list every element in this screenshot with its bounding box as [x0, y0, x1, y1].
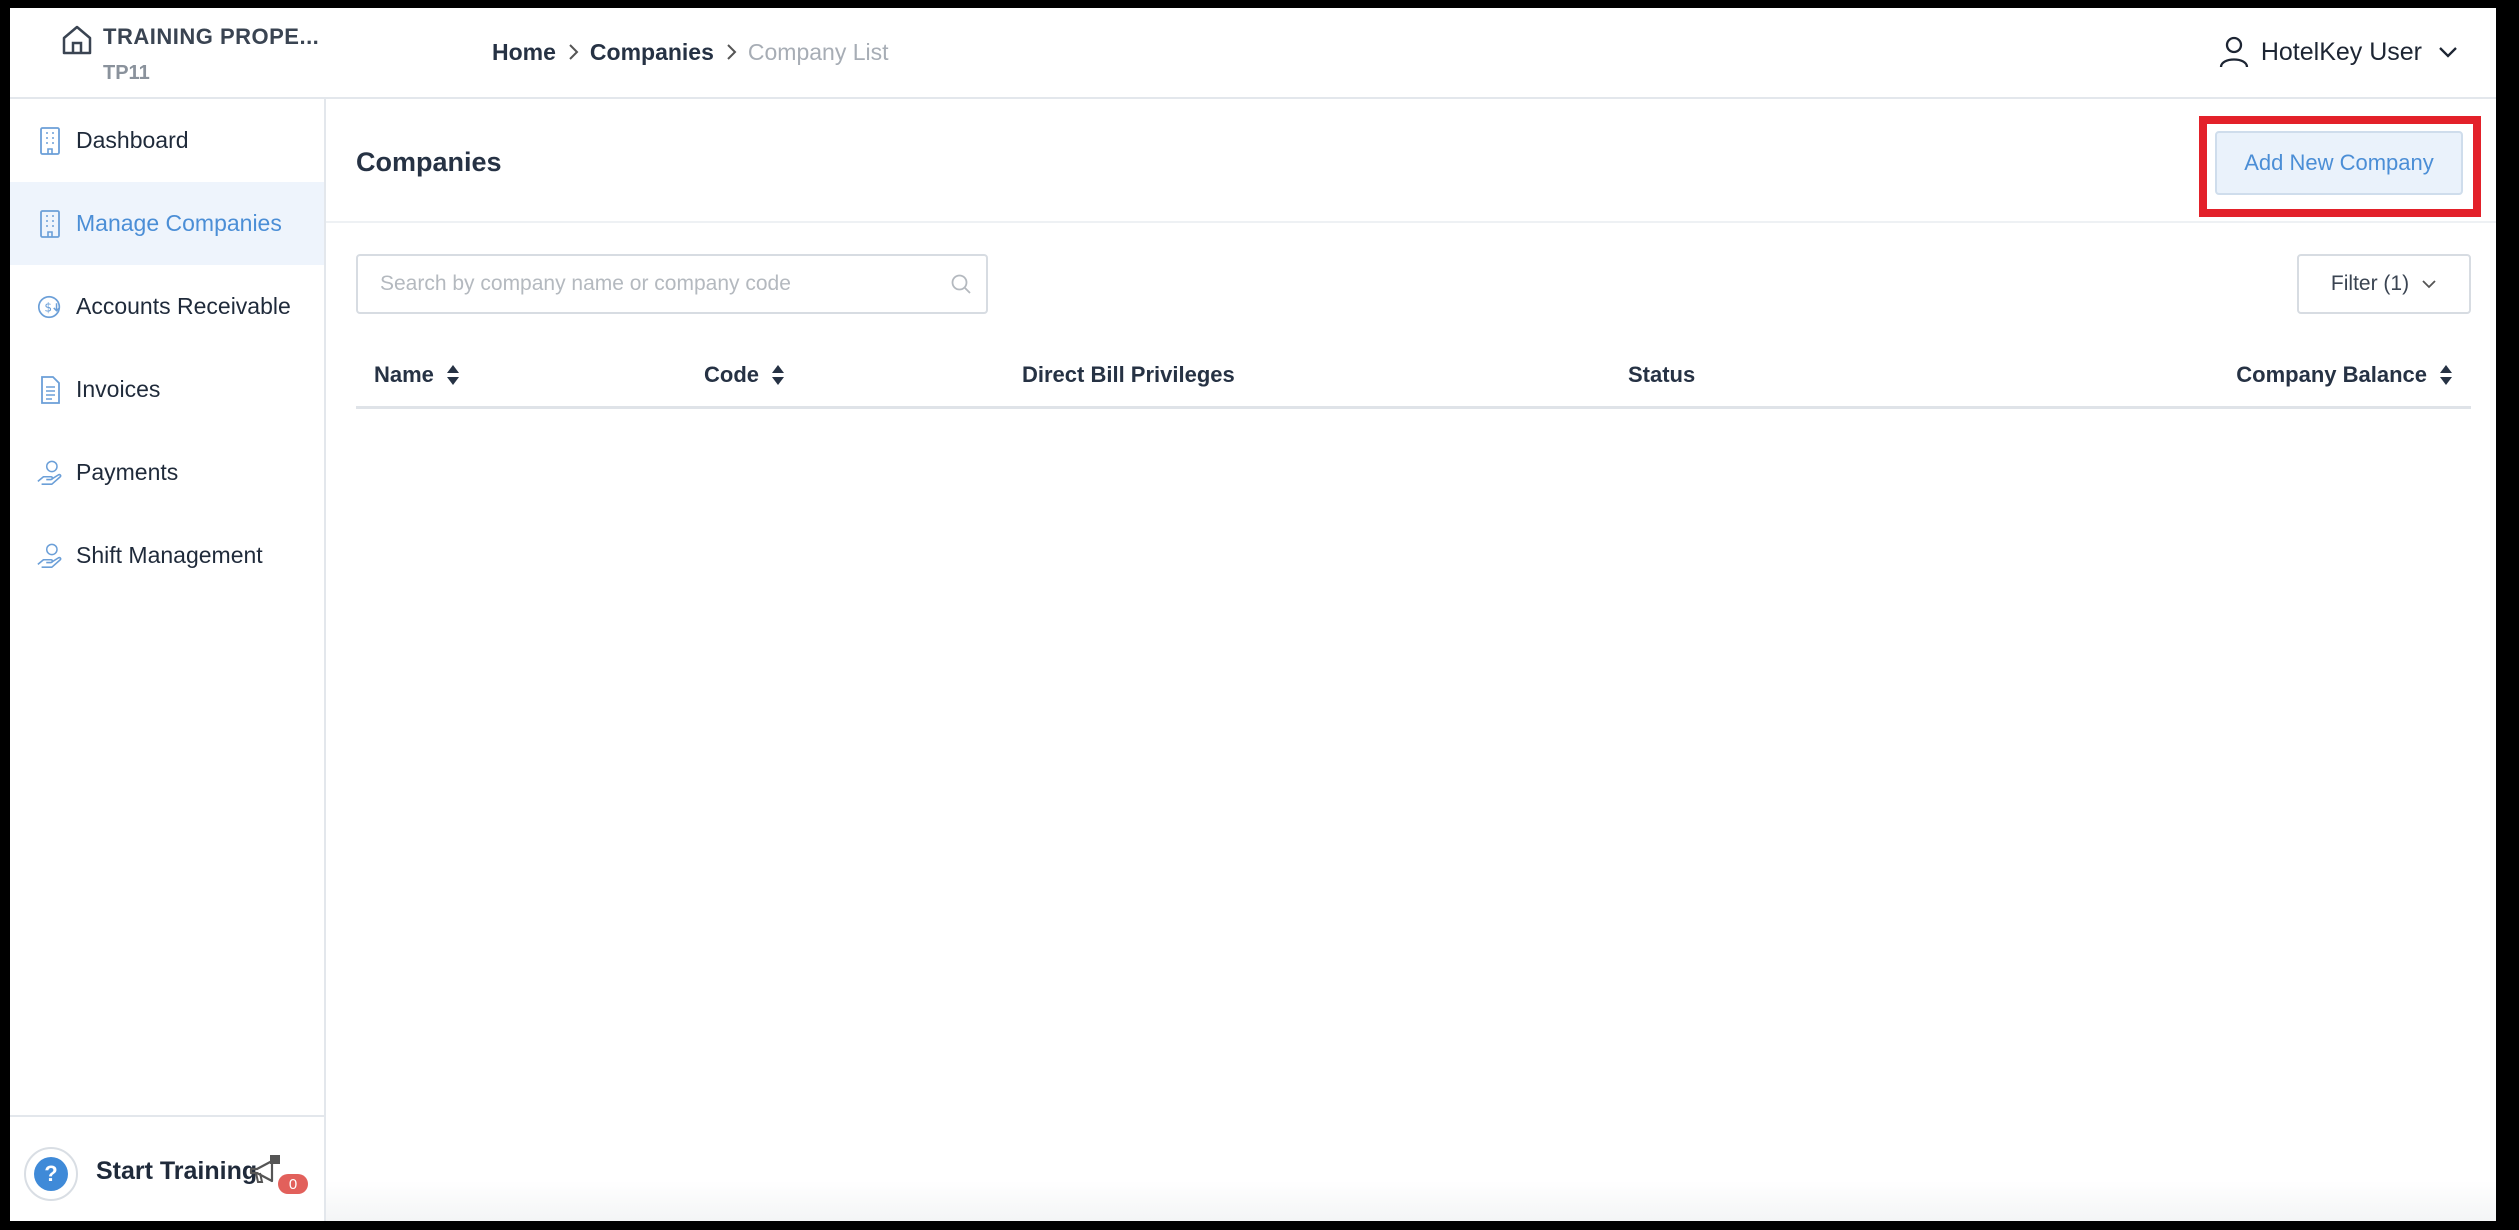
- hand-coin-icon: [36, 540, 64, 572]
- breadcrumb-company-list: Company List: [747, 38, 889, 65]
- sidebar-footer: ? Start Training 0: [10, 1115, 324, 1221]
- sidebar-item-label: Manage Companies: [76, 210, 282, 236]
- search-box: [356, 254, 988, 314]
- user-name: HotelKey User: [2260, 37, 2422, 66]
- notification-badge: 0: [278, 1174, 308, 1194]
- sidebar-item-manage-companies[interactable]: Manage Companies: [10, 182, 324, 265]
- sort-icon[interactable]: [2439, 363, 2453, 387]
- sidebar-item-label: Shift Management: [76, 542, 263, 568]
- sidebar-item-dashboard[interactable]: Dashboard: [10, 99, 324, 182]
- page-title: Companies: [356, 147, 502, 177]
- column-label: Status: [1628, 362, 1696, 387]
- column-label: Name: [374, 362, 434, 387]
- user-menu[interactable]: HotelKey User: [2219, 30, 2458, 74]
- sort-icon[interactable]: [446, 363, 460, 387]
- question-icon: ?: [34, 1157, 68, 1191]
- chevron-right-icon: [556, 42, 590, 62]
- document-icon: [36, 374, 64, 406]
- help-button[interactable]: ?: [24, 1147, 78, 1201]
- svg-text:$: $: [44, 300, 52, 314]
- search-icon: [951, 274, 971, 294]
- sidebar-item-label: Payments: [76, 459, 179, 485]
- dollar-circle-icon: $: [36, 291, 64, 323]
- property-name[interactable]: TRAINING PROPE...: [103, 24, 319, 50]
- search-input[interactable]: [358, 256, 986, 312]
- sidebar-item-label: Dashboard: [76, 127, 189, 153]
- start-training-button[interactable]: Start Training: [96, 1157, 257, 1186]
- column-header-company-balance[interactable]: Company Balance: [2236, 361, 2453, 389]
- filter-label: Filter (1): [2330, 272, 2410, 295]
- app-window: TRAINING PROPE... TP11 Home Companies Co…: [10, 8, 2496, 1221]
- sidebar-item-invoices[interactable]: Invoices: [10, 348, 324, 431]
- building-icon: [36, 125, 64, 157]
- column-label: Company Balance: [2236, 362, 2427, 387]
- filter-button[interactable]: Filter (1): [2297, 254, 2471, 314]
- add-new-company-button[interactable]: Add New Company: [2215, 131, 2463, 195]
- main-content: Companies Add New Company Filter (1) Nam…: [326, 99, 2496, 1221]
- sidebar-item-label: Invoices: [76, 376, 161, 402]
- property-code: TP11: [103, 62, 150, 84]
- page-header: Companies Add New Company: [326, 99, 2496, 223]
- building-icon: [36, 208, 64, 240]
- sidebar-item-payments[interactable]: Payments: [10, 431, 324, 514]
- column-header-direct-bill-privileges: Direct Bill Privileges: [1022, 361, 1235, 389]
- sort-icon[interactable]: [771, 363, 785, 387]
- chevron-right-icon: [714, 42, 748, 62]
- breadcrumb: Home Companies Company List: [492, 34, 889, 70]
- column-label: Direct Bill Privileges: [1022, 362, 1235, 387]
- home-icon[interactable]: [60, 23, 94, 57]
- top-header: TRAINING PROPE... TP11 Home Companies Co…: [10, 8, 2496, 99]
- chevron-down-icon: [2422, 280, 2436, 289]
- sidebar: Dashboard Manage Companies $ Accounts Re…: [10, 99, 326, 1221]
- column-label: Code: [704, 362, 759, 387]
- sidebar-item-shift-management[interactable]: Shift Management: [10, 514, 324, 597]
- breadcrumb-companies[interactable]: Companies: [590, 39, 714, 66]
- hand-coin-icon: [36, 457, 64, 489]
- column-header-code[interactable]: Code: [704, 361, 785, 389]
- sidebar-item-label: Accounts Receivable: [76, 293, 291, 319]
- bottom-shadow: [326, 1181, 2496, 1221]
- table-header: Name Code Direct Bill Privileges Status …: [356, 349, 2471, 409]
- sidebar-item-accounts-receivable[interactable]: $ Accounts Receivable: [10, 265, 324, 348]
- chevron-down-icon: [2439, 47, 2457, 58]
- column-header-name[interactable]: Name: [374, 361, 460, 389]
- breadcrumb-home[interactable]: Home: [492, 39, 556, 66]
- column-header-status: Status: [1628, 361, 1695, 389]
- user-icon: [2219, 36, 2248, 68]
